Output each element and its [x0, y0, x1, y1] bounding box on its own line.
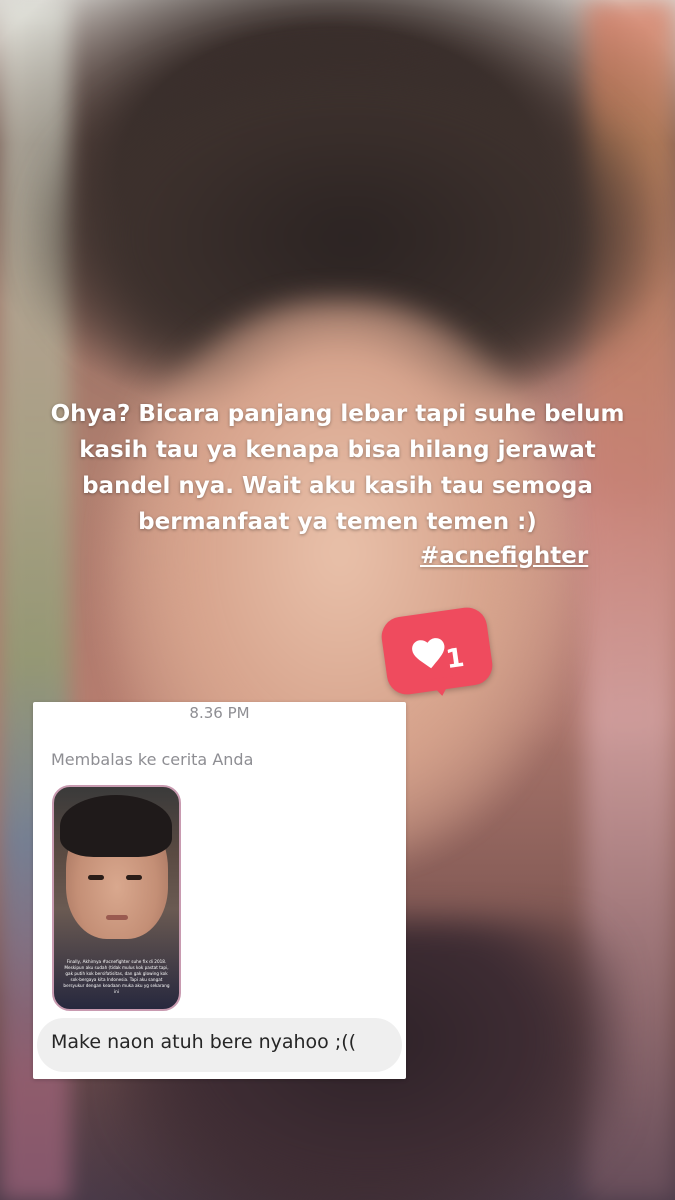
- dm-screenshot-card: 8.36 PM Membalas ke cerita Anda Finally,…: [33, 702, 406, 1079]
- story-thumbnail[interactable]: Finally, Akhirnya #acnefighter suhe fix …: [52, 785, 181, 1011]
- message-bubble[interactable]: Make naon atuh bere nyahoo ;((: [37, 1018, 402, 1072]
- message-timestamp: 8.36 PM: [189, 704, 250, 722]
- thumbnail-hair: [60, 795, 172, 857]
- like-sticker-tail: [426, 676, 456, 698]
- story-caption: Ohya? Bicara panjang lebar tapi suhe bel…: [50, 401, 625, 535]
- hashtag-link[interactable]: #acnefighter: [420, 538, 588, 574]
- thumbnail-mouth: [106, 915, 128, 920]
- thumbnail-caption: Finally, Akhirnya #acnefighter suhe fix …: [63, 959, 170, 994]
- message-text: Make naon atuh bere nyahoo ;((: [51, 1031, 357, 1053]
- reply-to-story-label: Membalas ke cerita Anda: [51, 750, 254, 769]
- like-count-sticker: 1: [379, 605, 495, 704]
- heart-icon: [412, 638, 445, 669]
- thumbnail-eye-right: [126, 875, 142, 880]
- thumbnail-eye-left: [88, 875, 104, 880]
